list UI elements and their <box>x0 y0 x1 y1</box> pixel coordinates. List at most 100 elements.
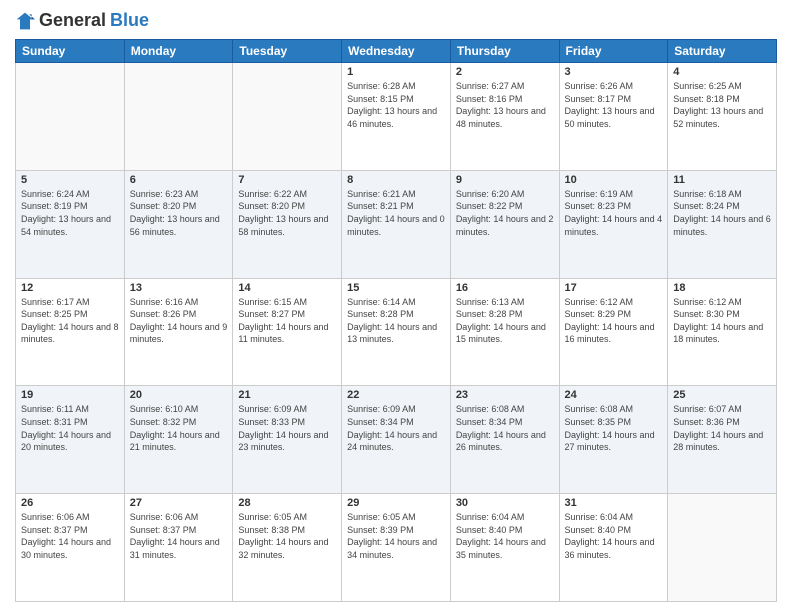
day-number: 14 <box>238 282 336 294</box>
day-info: Sunrise: 6:05 AM Sunset: 8:39 PM Dayligh… <box>347 511 445 561</box>
calendar-day-cell: 8 Sunrise: 6:21 AM Sunset: 8:21 PM Daylig… <box>342 170 451 278</box>
day-info: Sunrise: 6:14 AM Sunset: 8:28 PM Dayligh… <box>347 296 445 346</box>
calendar-day-cell: 6 Sunrise: 6:23 AM Sunset: 8:20 PM Daylig… <box>124 170 233 278</box>
day-number: 15 <box>347 282 445 294</box>
calendar-day-cell: 29 Sunrise: 6:05 AM Sunset: 8:39 PM Dayli… <box>342 494 451 602</box>
day-number: 13 <box>130 282 228 294</box>
weekday-header: Monday <box>124 40 233 63</box>
day-number: 19 <box>21 389 119 401</box>
calendar-day-cell: 11 Sunrise: 6:18 AM Sunset: 8:24 PM Dayli… <box>668 170 777 278</box>
day-number: 3 <box>565 66 663 78</box>
calendar-day-cell: 15 Sunrise: 6:14 AM Sunset: 8:28 PM Dayli… <box>342 278 451 386</box>
day-number: 1 <box>347 66 445 78</box>
day-info: Sunrise: 6:28 AM Sunset: 8:15 PM Dayligh… <box>347 80 445 130</box>
day-info: Sunrise: 6:25 AM Sunset: 8:18 PM Dayligh… <box>673 80 771 130</box>
day-number: 30 <box>456 497 554 509</box>
day-info: Sunrise: 6:20 AM Sunset: 8:22 PM Dayligh… <box>456 188 554 238</box>
calendar-week-row: 12Sunrise: 6:17 AM Sunset: 8:25 PM Dayli… <box>16 278 777 386</box>
day-info: Sunrise: 6:15 AM Sunset: 8:27 PM Dayligh… <box>238 296 336 346</box>
calendar-week-row: 1 Sunrise: 6:28 AM Sunset: 8:15 PM Daylig… <box>16 63 777 171</box>
day-info: Sunrise: 6:17 AM Sunset: 8:25 PM Dayligh… <box>21 296 119 346</box>
weekday-header: Saturday <box>668 40 777 63</box>
calendar-day-cell: 31 Sunrise: 6:04 AM Sunset: 8:40 PM Dayli… <box>559 494 668 602</box>
day-info: Sunrise: 6:06 AM Sunset: 8:37 PM Dayligh… <box>130 511 228 561</box>
calendar-day-cell <box>16 63 125 171</box>
calendar-day-cell: 16 Sunrise: 6:13 AM Sunset: 8:28 PM Dayli… <box>450 278 559 386</box>
calendar-day-cell: 17 Sunrise: 6:12 AM Sunset: 8:29 PM Dayli… <box>559 278 668 386</box>
calendar-day-cell: 21 Sunrise: 6:09 AM Sunset: 8:33 PM Dayli… <box>233 386 342 494</box>
day-number: 27 <box>130 497 228 509</box>
logo-icon <box>15 11 35 31</box>
day-info: Sunrise: 6:22 AM Sunset: 8:20 PM Dayligh… <box>238 188 336 238</box>
calendar-day-cell: 28 Sunrise: 6:05 AM Sunset: 8:38 PM Dayli… <box>233 494 342 602</box>
calendar-header-row: SundayMondayTuesdayWednesdayThursdayFrid… <box>16 40 777 63</box>
calendar-day-cell: 9 Sunrise: 6:20 AM Sunset: 8:22 PM Daylig… <box>450 170 559 278</box>
day-info: Sunrise: 6:18 AM Sunset: 8:24 PM Dayligh… <box>673 188 771 238</box>
day-info: Sunrise: 6:08 AM Sunset: 8:35 PM Dayligh… <box>565 403 663 453</box>
day-info: Sunrise: 6:23 AM Sunset: 8:20 PM Dayligh… <box>130 188 228 238</box>
calendar-day-cell: 13 Sunrise: 6:16 AM Sunset: 8:26 PM Dayli… <box>124 278 233 386</box>
day-info: Sunrise: 6:09 AM Sunset: 8:33 PM Dayligh… <box>238 403 336 453</box>
weekday-header: Thursday <box>450 40 559 63</box>
day-info: Sunrise: 6:13 AM Sunset: 8:28 PM Dayligh… <box>456 296 554 346</box>
calendar-day-cell: 24 Sunrise: 6:08 AM Sunset: 8:35 PM Dayli… <box>559 386 668 494</box>
day-info: Sunrise: 6:10 AM Sunset: 8:32 PM Dayligh… <box>130 403 228 453</box>
calendar-day-cell: 12Sunrise: 6:17 AM Sunset: 8:25 PM Dayli… <box>16 278 125 386</box>
calendar-day-cell: 3 Sunrise: 6:26 AM Sunset: 8:17 PM Daylig… <box>559 63 668 171</box>
day-info: Sunrise: 6:24 AM Sunset: 8:19 PM Dayligh… <box>21 188 119 238</box>
calendar-day-cell: 7 Sunrise: 6:22 AM Sunset: 8:20 PM Daylig… <box>233 170 342 278</box>
calendar-day-cell: 1 Sunrise: 6:28 AM Sunset: 8:15 PM Daylig… <box>342 63 451 171</box>
day-number: 8 <box>347 174 445 186</box>
day-number: 29 <box>347 497 445 509</box>
day-number: 28 <box>238 497 336 509</box>
day-info: Sunrise: 6:19 AM Sunset: 8:23 PM Dayligh… <box>565 188 663 238</box>
day-info: Sunrise: 6:12 AM Sunset: 8:29 PM Dayligh… <box>565 296 663 346</box>
day-info: Sunrise: 6:09 AM Sunset: 8:34 PM Dayligh… <box>347 403 445 453</box>
calendar-day-cell: 27 Sunrise: 6:06 AM Sunset: 8:37 PM Dayli… <box>124 494 233 602</box>
calendar-day-cell: 19 Sunrise: 6:11 AM Sunset: 8:31 PM Dayli… <box>16 386 125 494</box>
calendar-day-cell <box>124 63 233 171</box>
calendar-week-row: 5Sunrise: 6:24 AM Sunset: 8:19 PM Daylig… <box>16 170 777 278</box>
weekday-header: Friday <box>559 40 668 63</box>
day-info: Sunrise: 6:04 AM Sunset: 8:40 PM Dayligh… <box>565 511 663 561</box>
calendar-week-row: 19 Sunrise: 6:11 AM Sunset: 8:31 PM Dayli… <box>16 386 777 494</box>
calendar-day-cell: 2Sunrise: 6:27 AM Sunset: 8:16 PM Daylig… <box>450 63 559 171</box>
day-number: 22 <box>347 389 445 401</box>
calendar-day-cell: 26 Sunrise: 6:06 AM Sunset: 8:37 PM Dayli… <box>16 494 125 602</box>
day-number: 31 <box>565 497 663 509</box>
day-number: 4 <box>673 66 771 78</box>
day-number: 9 <box>456 174 554 186</box>
day-number: 11 <box>673 174 771 186</box>
day-number: 10 <box>565 174 663 186</box>
calendar-day-cell: 4 Sunrise: 6:25 AM Sunset: 8:18 PM Daylig… <box>668 63 777 171</box>
weekday-header: Sunday <box>16 40 125 63</box>
day-number: 6 <box>130 174 228 186</box>
header: General Blue <box>15 10 777 31</box>
calendar-day-cell: 30Sunrise: 6:04 AM Sunset: 8:40 PM Dayli… <box>450 494 559 602</box>
day-info: Sunrise: 6:05 AM Sunset: 8:38 PM Dayligh… <box>238 511 336 561</box>
calendar-day-cell: 5Sunrise: 6:24 AM Sunset: 8:19 PM Daylig… <box>16 170 125 278</box>
day-info: Sunrise: 6:06 AM Sunset: 8:37 PM Dayligh… <box>21 511 119 561</box>
day-number: 26 <box>21 497 119 509</box>
day-info: Sunrise: 6:21 AM Sunset: 8:21 PM Dayligh… <box>347 188 445 238</box>
day-number: 21 <box>238 389 336 401</box>
calendar-day-cell: 20Sunrise: 6:10 AM Sunset: 8:32 PM Dayli… <box>124 386 233 494</box>
day-info: Sunrise: 6:26 AM Sunset: 8:17 PM Dayligh… <box>565 80 663 130</box>
logo-general: General <box>39 10 106 31</box>
calendar-day-cell: 23 Sunrise: 6:08 AM Sunset: 8:34 PM Dayli… <box>450 386 559 494</box>
calendar-week-row: 26 Sunrise: 6:06 AM Sunset: 8:37 PM Dayli… <box>16 494 777 602</box>
day-number: 24 <box>565 389 663 401</box>
calendar-day-cell: 14 Sunrise: 6:15 AM Sunset: 8:27 PM Dayli… <box>233 278 342 386</box>
day-number: 18 <box>673 282 771 294</box>
logo-blue: Blue <box>110 10 149 31</box>
calendar-day-cell: 18Sunrise: 6:12 AM Sunset: 8:30 PM Dayli… <box>668 278 777 386</box>
day-number: 23 <box>456 389 554 401</box>
day-number: 25 <box>673 389 771 401</box>
day-number: 16 <box>456 282 554 294</box>
day-info: Sunrise: 6:08 AM Sunset: 8:34 PM Dayligh… <box>456 403 554 453</box>
day-number: 7 <box>238 174 336 186</box>
day-info: Sunrise: 6:11 AM Sunset: 8:31 PM Dayligh… <box>21 403 119 453</box>
day-info: Sunrise: 6:07 AM Sunset: 8:36 PM Dayligh… <box>673 403 771 453</box>
day-number: 17 <box>565 282 663 294</box>
day-info: Sunrise: 6:16 AM Sunset: 8:26 PM Dayligh… <box>130 296 228 346</box>
